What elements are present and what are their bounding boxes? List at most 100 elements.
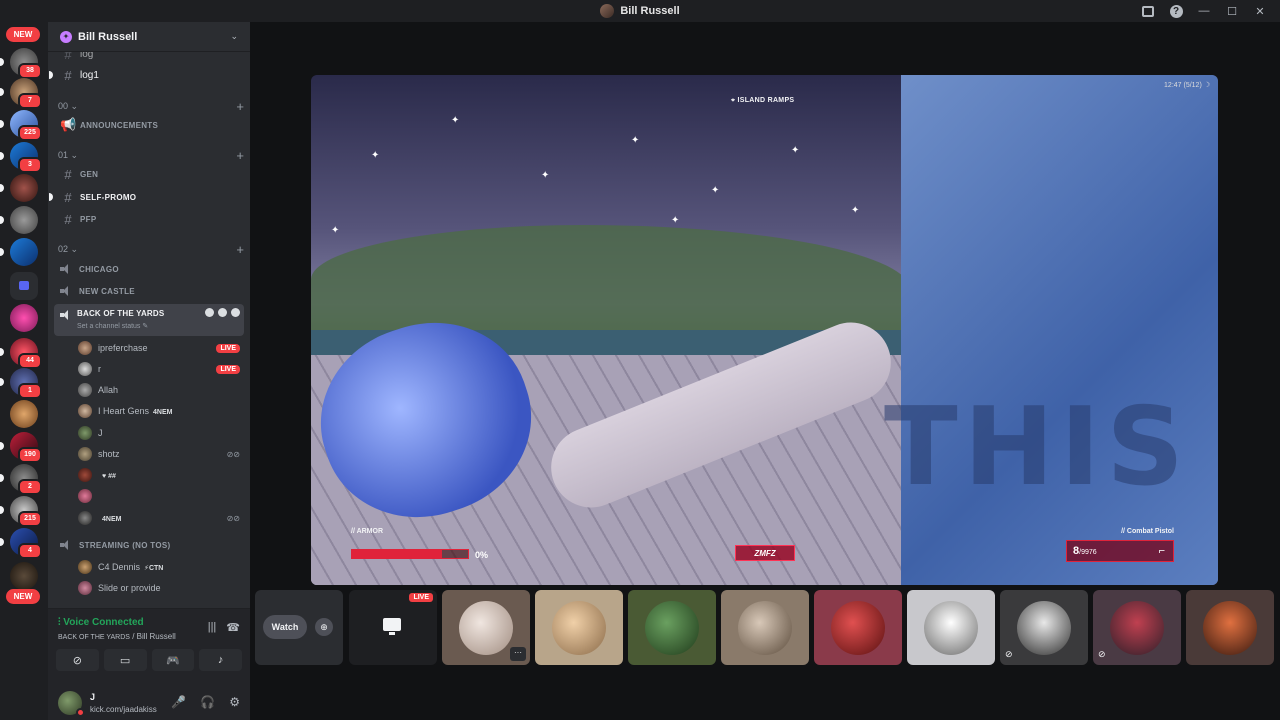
speaker-icon xyxy=(60,540,72,550)
server-icon[interactable] xyxy=(10,562,38,590)
voice-user[interactable]: shotz ⊘⊘ xyxy=(78,444,244,464)
category-00[interactable]: 00 ⌄ + xyxy=(58,99,244,114)
voice-connected-status[interactable]: ⫶ Voice Connected xyxy=(58,617,144,628)
voice-channel-back-of-the-yards[interactable]: BACK OF THE YARDS Set a channel status ✎ xyxy=(54,304,244,336)
server-icon[interactable] xyxy=(10,238,38,266)
server-icon[interactable] xyxy=(10,304,38,332)
share-screen-button[interactable]: ▭ xyxy=(103,649,147,671)
set-channel-status[interactable]: Set a channel status ✎ xyxy=(77,322,148,330)
voice-user[interactable]: ipreferchase LIVE xyxy=(78,338,244,358)
channel-gen[interactable]: # GEN xyxy=(54,164,244,184)
add-channel-icon[interactable]: + xyxy=(236,148,244,163)
voice-channel-streaming[interactable]: STREAMING (NO TOS) xyxy=(54,535,244,555)
add-channel-icon[interactable]: + xyxy=(236,242,244,257)
voice-user[interactable]: J xyxy=(78,423,244,443)
folder-icon xyxy=(19,281,29,290)
channel-log1[interactable]: # log1 xyxy=(49,65,244,85)
voice-user[interactable]: ♥ ## xyxy=(78,465,244,485)
participant-tile[interactable]: ⊘ xyxy=(1093,590,1181,665)
server-icon[interactable]: 7 xyxy=(10,78,42,109)
participant-tile[interactable] xyxy=(814,590,902,665)
new-unreads-pill[interactable]: NEW xyxy=(6,27,40,42)
user-controls: 🎤 🎧 ⚙ xyxy=(171,695,240,709)
voice-channel-new-castle[interactable]: NEW CASTLE xyxy=(54,281,244,301)
unread-indicator xyxy=(0,248,4,256)
participant-tile[interactable] xyxy=(628,590,716,665)
voice-user[interactable]: Allah xyxy=(78,380,244,400)
participant-tile[interactable] xyxy=(907,590,995,665)
server-icon[interactable] xyxy=(10,174,38,202)
voice-user[interactable] xyxy=(78,486,244,506)
participant-tile[interactable]: ⊘ xyxy=(1000,590,1088,665)
avatar xyxy=(78,383,92,397)
channel-pfp[interactable]: # PFP xyxy=(54,209,244,229)
voice-panel-actions: ||| ☎ xyxy=(208,621,240,634)
new-unreads-pill-bottom[interactable]: NEW xyxy=(6,589,40,604)
server-icon[interactable]: 190 xyxy=(10,432,42,463)
voice-channel-chicago[interactable]: CHICAGO xyxy=(54,259,244,279)
server-icon[interactable] xyxy=(10,206,38,234)
voice-user[interactable]: r LIVE xyxy=(78,359,244,379)
maximize-button[interactable]: ☐ xyxy=(1220,0,1244,22)
text-channel-icon: # xyxy=(64,67,72,83)
boost-icon: ✦ xyxy=(60,30,72,43)
participant-tile[interactable] xyxy=(1186,590,1274,665)
speaker-icon xyxy=(60,286,72,296)
headphones-icon[interactable]: 🎧 xyxy=(200,695,215,709)
invite-icon[interactable] xyxy=(218,308,227,317)
close-window-button[interactable]: ✕ xyxy=(1248,0,1272,22)
game-scene-wall: THIS xyxy=(884,75,1218,585)
server-icon[interactable]: 2 xyxy=(10,464,42,495)
voice-user[interactable]: 4NEM ⊘⊘ xyxy=(78,508,244,528)
server-folder[interactable] xyxy=(10,272,38,300)
user-tag: 4NEM xyxy=(153,409,173,416)
category-01[interactable]: 01 ⌄ + xyxy=(58,148,244,163)
voice-user[interactable]: Slide or provide xyxy=(78,578,244,598)
server-icon[interactable]: 1 xyxy=(10,368,42,399)
chevron-down-icon: ⌄ xyxy=(230,31,238,41)
popout-button[interactable]: ⊕ xyxy=(315,618,333,636)
voice-user[interactable]: I Heart Gens 4NEM xyxy=(78,401,244,421)
server-icon[interactable]: 44 xyxy=(10,338,42,369)
server-icon[interactable]: 225 xyxy=(10,110,42,141)
gear-icon[interactable]: ⚙ xyxy=(229,695,240,709)
participant-tile[interactable] xyxy=(721,590,809,665)
channel-self-promo[interactable]: # SELF-PROMO xyxy=(49,187,244,207)
server-icon[interactable]: 4 xyxy=(10,528,42,559)
more-options-button[interactable]: ··· xyxy=(510,647,526,661)
minimize-button[interactable]: — xyxy=(1192,0,1216,22)
server-icon[interactable] xyxy=(10,400,38,428)
activities-button[interactable]: 🎮 xyxy=(151,649,195,671)
channel-name: BACK OF THE YARDS xyxy=(77,309,165,318)
add-channel-icon[interactable]: + xyxy=(236,99,244,114)
muted-icon: ⊘ xyxy=(1005,649,1013,659)
help-button[interactable]: ? xyxy=(1164,0,1188,22)
noise-suppression-icon[interactable]: ||| xyxy=(208,621,217,634)
watch-button[interactable]: Watch xyxy=(263,615,307,639)
disconnect-icon[interactable]: ☎ xyxy=(226,621,240,634)
voice-connected-location[interactable]: BACK OF THE YARDS / Bill Russell xyxy=(58,632,176,641)
voice-user[interactable]: C4 Dennis ⚡CTN xyxy=(78,557,244,577)
microphone-icon[interactable]: 🎤 xyxy=(171,695,186,709)
hud-armor-label: // ARMOR xyxy=(351,528,384,535)
avatar xyxy=(78,404,92,418)
channel-log[interactable]: # log xyxy=(54,52,244,64)
participant-tile[interactable] xyxy=(535,590,623,665)
username: J xyxy=(90,692,96,702)
mention-badge: 3 xyxy=(18,157,42,173)
participant-tile[interactable]: ··· xyxy=(442,590,530,665)
inbox-button[interactable] xyxy=(1136,0,1160,22)
hud-armor-fill xyxy=(352,550,443,558)
server-icon[interactable]: 3 xyxy=(10,142,42,173)
server-icon[interactable]: 215 xyxy=(10,496,42,527)
guild-header[interactable]: ✦ Bill Russell ⌄ xyxy=(48,22,250,52)
server-icon[interactable]: 38 xyxy=(10,48,42,79)
channel-announcements[interactable]: 📢 ANNOUNCEMENTS xyxy=(54,115,244,135)
gear-icon[interactable] xyxy=(231,308,240,317)
screen-share-tile[interactable]: LIVE xyxy=(349,590,437,665)
stream-video[interactable]: THIS ✦ ✦ ✦ ✦ ✦ ✦ ✦ ✦ ✦ ⌖ ISLAND RAMPS 12… xyxy=(311,75,1218,585)
chat-icon[interactable] xyxy=(205,308,214,317)
camera-button[interactable]: ⊘ xyxy=(56,649,99,671)
category-02[interactable]: 02 ⌄ + xyxy=(58,242,244,257)
soundboard-button[interactable]: ♪ xyxy=(199,649,242,671)
